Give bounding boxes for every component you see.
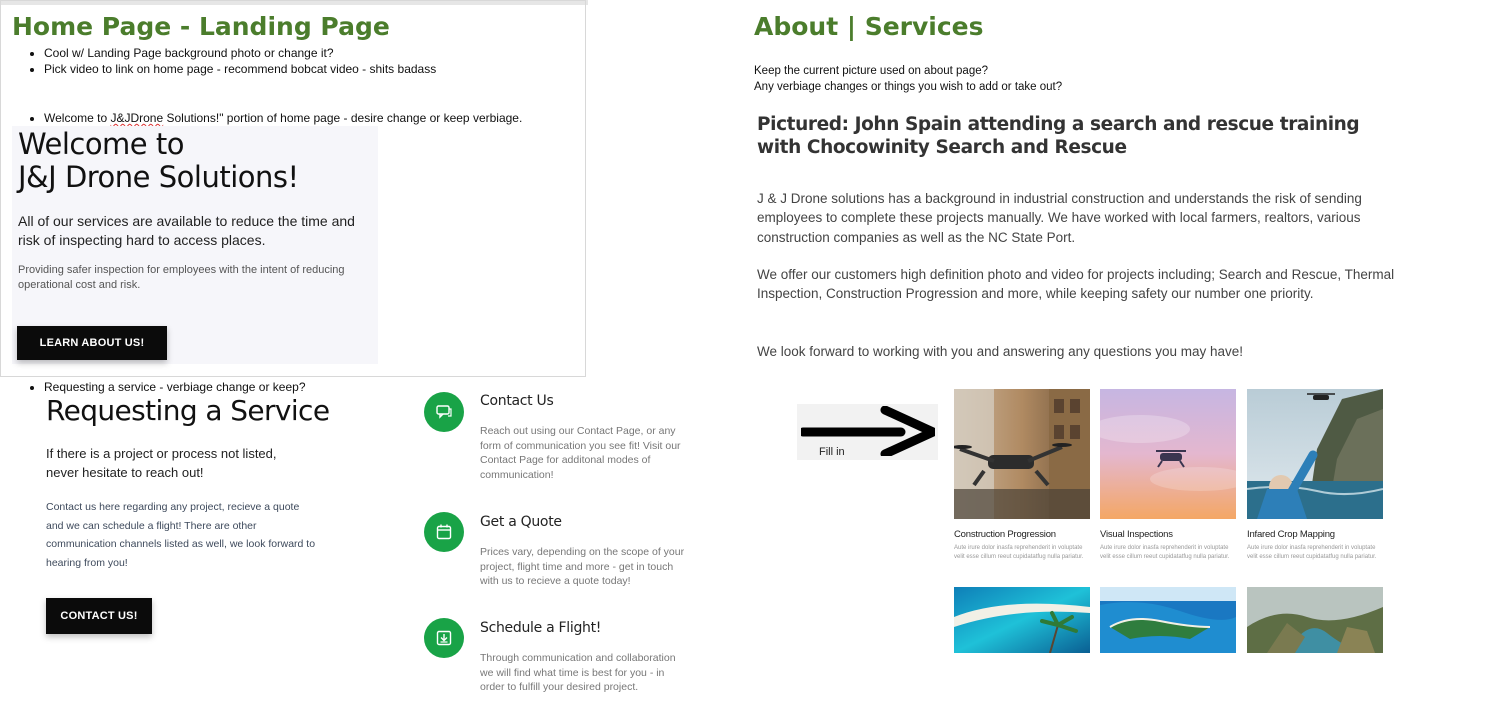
- service-desc: Aute irure dolor inasfa reprehenderit in…: [954, 545, 1084, 560]
- contact-us-button[interactable]: CONTACT US!: [46, 598, 152, 634]
- about-paragraph: We look forward to working with you and …: [757, 344, 1244, 359]
- list-item: Requesting a service - verbiage change o…: [44, 379, 444, 395]
- coastline-image: [1100, 587, 1236, 653]
- list-item: Cool w/ Landing Page background photo or…: [44, 45, 604, 61]
- sunset-drone-image: [1100, 389, 1236, 519]
- step-title-schedule: Schedule a Flight!: [480, 620, 602, 636]
- about-paragraph: We offer our customers high definition p…: [757, 267, 1395, 302]
- about-notes: Keep the current picture used on about p…: [754, 63, 1062, 95]
- welcome-description: Providing safer inspection for employees…: [18, 264, 345, 291]
- step-title-contact: Contact Us: [480, 393, 554, 409]
- requesting-description: Contact us here regarding any project, r…: [46, 501, 316, 569]
- welcome-subtitle: All of our services are available to red…: [18, 213, 355, 248]
- calendar-icon: [424, 512, 464, 552]
- about-services-heading: About | Services: [754, 12, 984, 41]
- request-note-list: Requesting a service - verbiage change o…: [0, 379, 444, 395]
- step-title-quote: Get a Quote: [480, 514, 562, 530]
- chat-icon: [424, 392, 464, 432]
- download-icon: [424, 618, 464, 658]
- step-desc-contact: Reach out using our Contact Page, or any…: [480, 425, 681, 481]
- welcome-note-list: Welcome to J&JDrone Solutions!" portion …: [0, 110, 614, 126]
- note-text: Solutions!" portion of home page - desir…: [163, 111, 523, 125]
- construction-drone-image: [954, 389, 1090, 519]
- requesting-title: Requesting a Service: [46, 394, 330, 427]
- note-text: Welcome to: [44, 111, 111, 125]
- requesting-subtitle: If there is a project or process not lis…: [46, 446, 277, 480]
- service-title: Construction Progression: [954, 529, 1056, 540]
- step-desc-schedule: Through communication and collaboration …: [480, 652, 676, 694]
- island-image: [1247, 587, 1383, 653]
- learn-about-us-button[interactable]: LEARN ABOUT US!: [17, 326, 167, 360]
- fill-in-label: Fill in: [819, 446, 845, 458]
- service-title: Infared Crop Mapping: [1247, 529, 1335, 540]
- service-desc: Aute irure dolor inasfa reprehenderit in…: [1100, 545, 1230, 560]
- about-paragraph: J & J Drone solutions has a background i…: [757, 191, 1362, 245]
- welcome-section: Welcome to J&J Drone Solutions! All of o…: [12, 126, 378, 364]
- home-page-heading: Home Page - Landing Page: [12, 12, 390, 41]
- note-line: Any verbiage changes or things you wish …: [754, 81, 1063, 93]
- pictured-caption: Pictured: John Spain attending a search …: [757, 114, 1360, 158]
- list-item: Pick video to link on home page - recomm…: [44, 61, 604, 77]
- service-title: Visual Inspections: [1100, 529, 1173, 540]
- cliff-drone-image: [1247, 389, 1383, 519]
- misspelled-word: J&JDrone: [110, 111, 164, 125]
- note-line: Keep the current picture used on about p…: [754, 65, 989, 77]
- service-desc: Aute irure dolor inasfa reprehenderit in…: [1247, 545, 1377, 560]
- home-notes-list: Cool w/ Landing Page background photo or…: [0, 45, 604, 77]
- list-item: Welcome to J&JDrone Solutions!" portion …: [44, 110, 614, 126]
- beach-image: [954, 587, 1090, 653]
- welcome-title: Welcome to J&J Drone Solutions!: [18, 127, 299, 194]
- step-desc-quote: Prices vary, depending on the scope of y…: [480, 546, 685, 588]
